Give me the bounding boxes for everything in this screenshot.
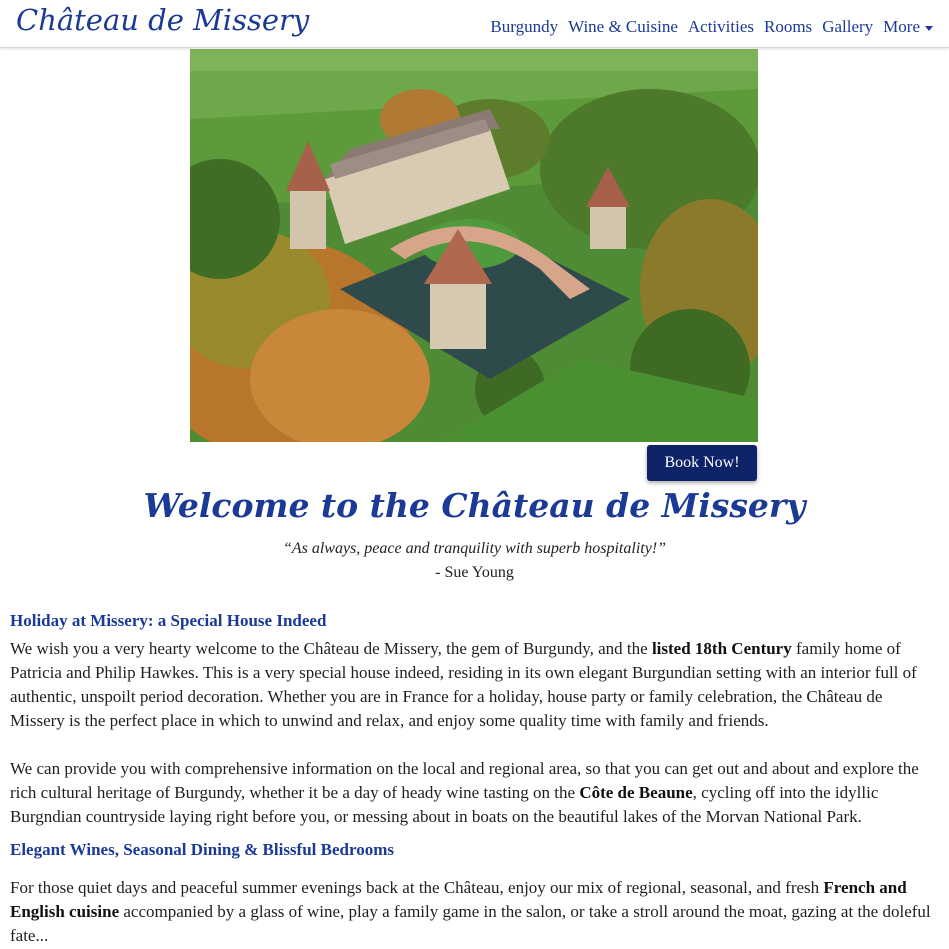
paragraph-bold: listed 18th Century	[651, 639, 792, 658]
main-nav: Burgundy Wine & Cuisine Activities Rooms…	[490, 17, 933, 37]
nav-rooms[interactable]: Rooms	[764, 17, 812, 37]
paragraph-region: We can provide you with comprehensive in…	[10, 757, 940, 829]
paragraph-bold: Côte de Beaune	[579, 783, 693, 802]
paragraph-welcome: We wish you a very hearty welcome to the…	[10, 637, 940, 733]
page-title: Welcome to the Château de Missery	[143, 486, 806, 525]
nav-burgundy[interactable]: Burgundy	[490, 17, 558, 37]
nav-activities[interactable]: Activities	[688, 17, 754, 37]
book-now-button[interactable]: Book Now!	[647, 445, 757, 481]
section-title-wines: Elegant Wines, Seasonal Dining & Blissfu…	[10, 840, 394, 859]
nav-gallery[interactable]: Gallery	[822, 17, 873, 37]
nav-more[interactable]: More	[883, 17, 933, 37]
site-header: Château de Missery Burgundy Wine & Cuisi…	[0, 0, 949, 48]
testimonial-quote: “As always, peace and tranquility with s…	[282, 540, 667, 557]
nav-more-label: More	[883, 17, 920, 36]
site-logo[interactable]: Château de Missery	[16, 3, 309, 37]
chevron-down-icon	[925, 25, 933, 31]
paragraph-text: We wish you a very hearty welcome to the…	[10, 639, 652, 658]
paragraph-dining: For those quiet days and peaceful summer…	[10, 876, 940, 948]
nav-wine-cuisine[interactable]: Wine & Cuisine	[568, 17, 678, 37]
chateau-aerial-photo	[190, 49, 758, 442]
paragraph-text: accompanied by a glass of wine, play a f…	[10, 902, 931, 945]
testimonial-author: - Sue Young	[435, 564, 514, 581]
hero-image	[190, 49, 758, 442]
main-content: Holiday at Missery: a Special House Inde…	[10, 609, 940, 949]
section-title-holiday: Holiday at Missery: a Special House Inde…	[10, 611, 327, 630]
paragraph-text: For those quiet days and peaceful summer…	[10, 878, 824, 897]
